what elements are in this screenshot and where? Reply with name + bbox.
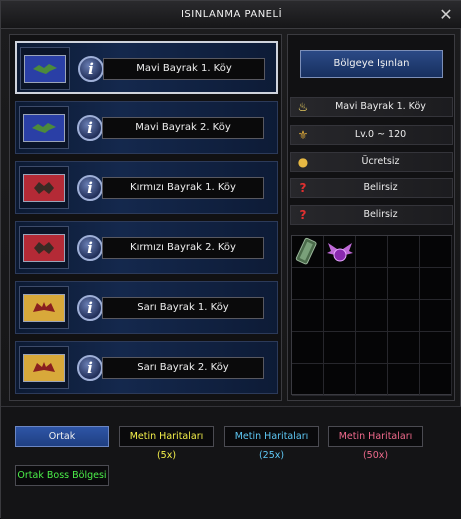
scroll-item-icon[interactable] bbox=[293, 237, 323, 267]
teleport-window: ISINLANMA PANELİ ✕ i Mavi Bayrak 1. Köy … bbox=[0, 0, 461, 519]
title-bar[interactable]: ISINLANMA PANELİ ✕ bbox=[1, 1, 461, 29]
candle-icon: ♨ bbox=[297, 100, 309, 114]
reward-slot[interactable] bbox=[292, 364, 324, 396]
blue-flag-icon bbox=[23, 113, 65, 142]
window-title: ISINLANMA PANELİ bbox=[180, 9, 283, 20]
village-name: Mavi Bayrak 2. Köy bbox=[102, 117, 264, 139]
detail-village-text: Mavi Bayrak 1. Köy bbox=[335, 101, 426, 112]
info-icon[interactable]: i bbox=[77, 295, 103, 321]
reward-slot[interactable] bbox=[388, 300, 420, 332]
reward-slot[interactable] bbox=[420, 300, 452, 332]
reward-slot[interactable] bbox=[388, 364, 420, 396]
yellow-flag-icon bbox=[23, 353, 65, 382]
reward-slot[interactable] bbox=[324, 268, 356, 300]
red-flag-icon bbox=[23, 233, 65, 262]
village-name: Kırmızı Bayrak 1. Köy bbox=[102, 177, 264, 199]
village-name: Kırmızı Bayrak 2. Köy bbox=[102, 237, 264, 259]
village-name: Mavi Bayrak 1. Köy bbox=[103, 58, 265, 80]
village-row-red-2[interactable]: i Kırmızı Bayrak 2. Köy bbox=[15, 221, 278, 274]
village-row-blue-2[interactable]: i Mavi Bayrak 2. Köy bbox=[15, 101, 278, 154]
reward-slot[interactable] bbox=[388, 236, 420, 268]
reward-slot[interactable] bbox=[292, 236, 324, 268]
flag-frame bbox=[20, 47, 70, 90]
reward-slot[interactable] bbox=[292, 332, 324, 364]
map-category-metin-50x-button[interactable]: Metin Haritaları (50x) bbox=[328, 426, 423, 461]
reward-slot[interactable] bbox=[324, 364, 356, 396]
gold-coins-icon: ● bbox=[297, 155, 309, 169]
map-category-metin-25x-button[interactable]: Metin Haritaları (25x) bbox=[224, 426, 319, 461]
reward-slot[interactable] bbox=[324, 332, 356, 364]
reward-slot[interactable] bbox=[388, 268, 420, 300]
info-icon[interactable]: i bbox=[77, 115, 103, 141]
reward-slot[interactable] bbox=[356, 332, 388, 364]
yellow-flag-icon bbox=[23, 293, 65, 322]
flag-frame bbox=[19, 166, 69, 209]
reward-slot[interactable] bbox=[324, 236, 356, 268]
detail-level-row: ⚜ Lv.0 ~ 120 bbox=[290, 125, 453, 145]
detail-requirement-text: Belirsiz bbox=[363, 182, 398, 193]
info-icon[interactable]: i bbox=[77, 235, 103, 261]
detail-cost-text: Ücretsiz bbox=[361, 156, 400, 167]
detail-village-row: ♨ Mavi Bayrak 1. Köy bbox=[290, 97, 453, 117]
reward-slot[interactable] bbox=[356, 300, 388, 332]
close-icon[interactable]: ✕ bbox=[437, 6, 455, 24]
winged-orb-item-icon[interactable] bbox=[325, 237, 355, 267]
detail-level-text: Lv.0 ~ 120 bbox=[354, 129, 407, 140]
flag-frame bbox=[19, 106, 69, 149]
village-row-blue-1[interactable]: i Mavi Bayrak 1. Köy bbox=[15, 41, 278, 94]
village-list: i Mavi Bayrak 1. Köy i Mavi Bayrak 2. Kö… bbox=[9, 34, 282, 401]
reward-slot[interactable] bbox=[292, 300, 324, 332]
reward-slot[interactable] bbox=[356, 268, 388, 300]
village-name: Sarı Bayrak 1. Köy bbox=[102, 297, 264, 319]
reward-slot[interactable] bbox=[292, 268, 324, 300]
flag-frame bbox=[19, 226, 69, 269]
flag-frame bbox=[19, 286, 69, 329]
village-name: Sarı Bayrak 2. Köy bbox=[102, 357, 264, 379]
reward-grid bbox=[291, 235, 452, 396]
reward-slot[interactable] bbox=[324, 300, 356, 332]
village-row-yellow-1[interactable]: i Sarı Bayrak 1. Köy bbox=[15, 281, 278, 334]
info-icon[interactable]: i bbox=[78, 56, 104, 82]
reward-slot[interactable] bbox=[356, 364, 388, 396]
info-icon[interactable]: i bbox=[77, 355, 103, 381]
reward-slot[interactable] bbox=[420, 268, 452, 300]
reward-slot[interactable] bbox=[356, 236, 388, 268]
detail-cost-row: ● Ücretsiz bbox=[290, 152, 453, 172]
reward-slot[interactable] bbox=[420, 236, 452, 268]
reward-slot[interactable] bbox=[420, 364, 452, 396]
map-category-boss-button[interactable]: Ortak Boss Bölgesi bbox=[15, 465, 109, 486]
reward-slot[interactable] bbox=[388, 332, 420, 364]
village-row-yellow-2[interactable]: i Sarı Bayrak 2. Köy bbox=[15, 341, 278, 394]
blue-flag-icon bbox=[24, 54, 66, 83]
detail-extra-text: Belirsiz bbox=[363, 209, 398, 220]
map-category-common-button[interactable]: Ortak bbox=[15, 426, 109, 447]
info-icon[interactable]: i bbox=[77, 175, 103, 201]
map-category-metin-5x-button[interactable]: Metin Haritaları (5x) bbox=[119, 426, 214, 461]
teleport-button[interactable]: Bölgeye Işınlan bbox=[300, 50, 443, 78]
red-flag-icon bbox=[23, 173, 65, 202]
question-icon: ? bbox=[299, 181, 307, 195]
reward-slot[interactable] bbox=[420, 332, 452, 364]
map-category-panel bbox=[1, 406, 461, 519]
detail-extra-row: ? Belirsiz bbox=[290, 205, 453, 225]
flag-frame bbox=[19, 346, 69, 389]
level-icon: ⚜ bbox=[297, 128, 309, 142]
detail-requirement-row: ? Belirsiz bbox=[290, 178, 453, 198]
question-icon: ? bbox=[299, 208, 307, 222]
village-row-red-1[interactable]: i Kırmızı Bayrak 1. Köy bbox=[15, 161, 278, 214]
